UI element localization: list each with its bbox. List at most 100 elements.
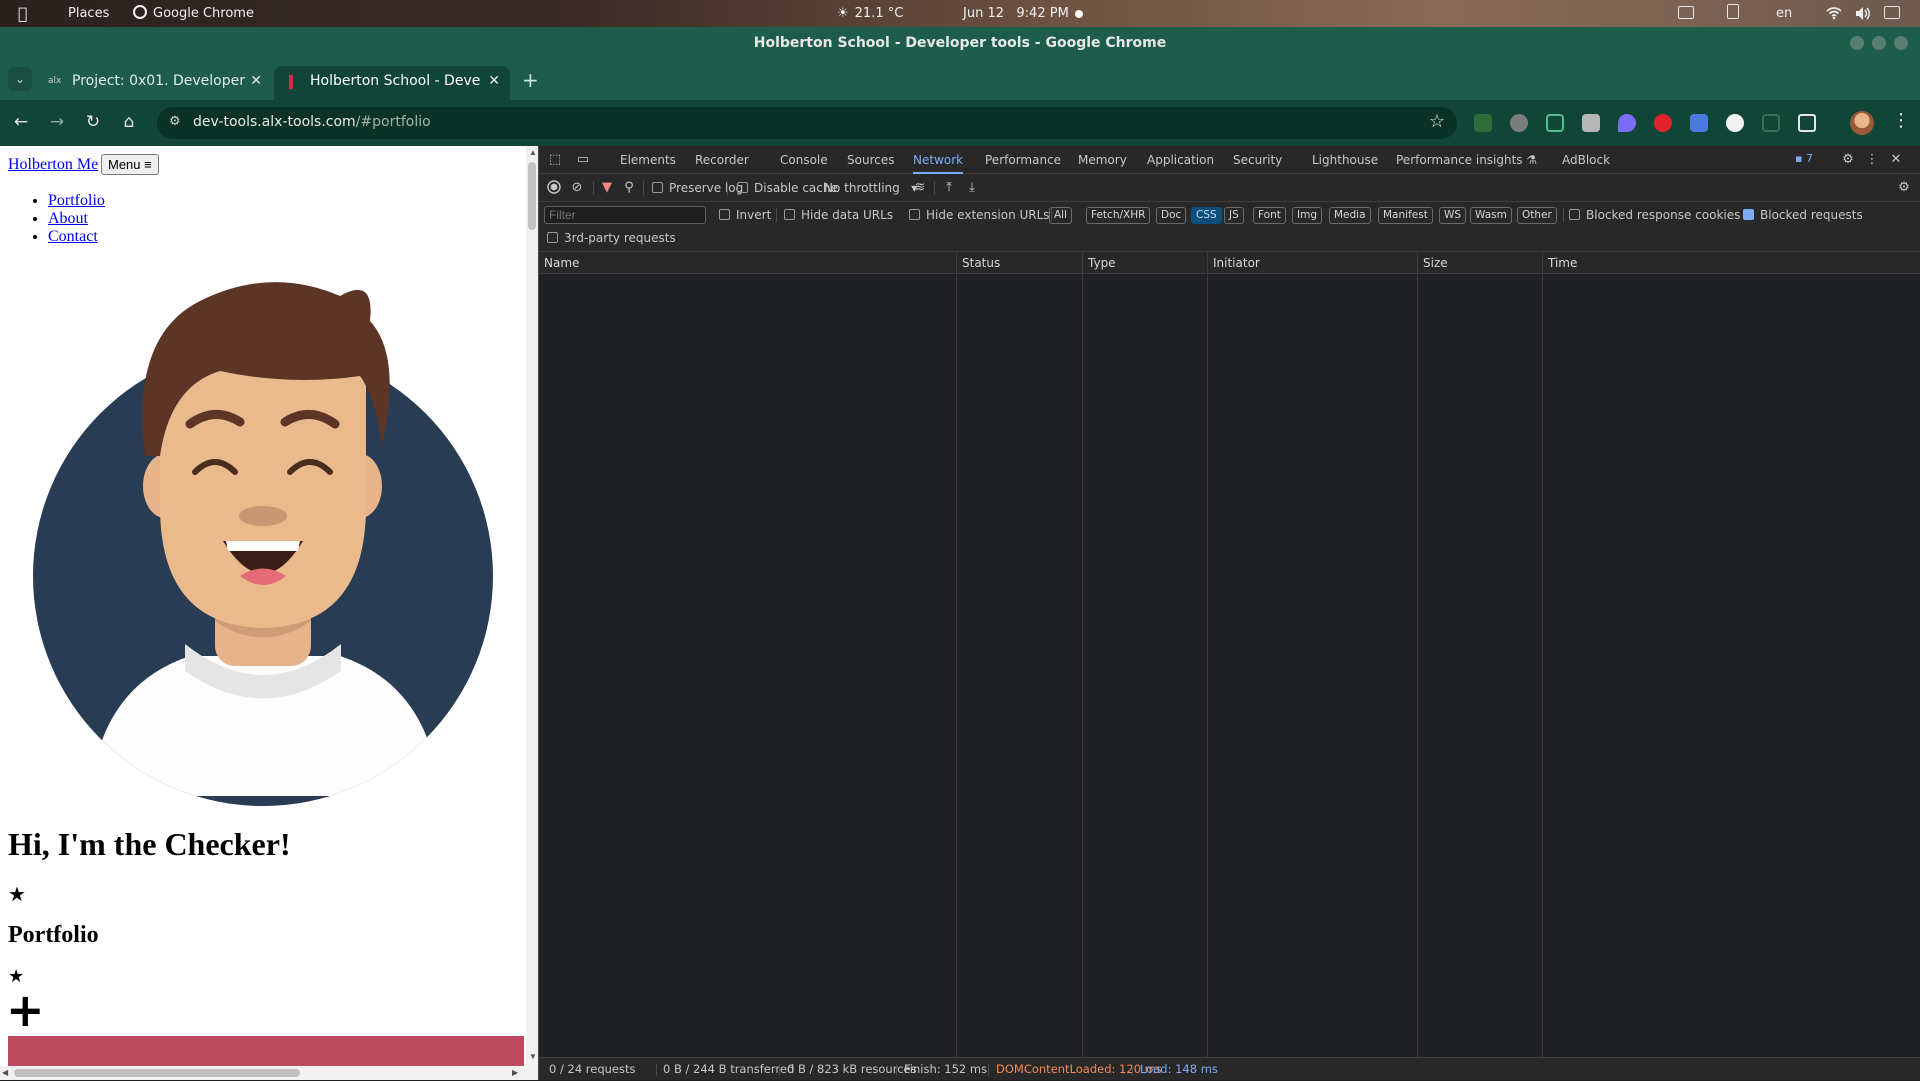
- extensions-puzzle-icon[interactable]: [1798, 114, 1816, 132]
- tab-project[interactable]: alx Project: 0x01. Developer ✕: [36, 66, 272, 100]
- battery-icon[interactable]: [1884, 0, 1900, 27]
- invert-checkbox[interactable]: Invert: [719, 201, 771, 229]
- column-size[interactable]: Size: [1418, 252, 1448, 274]
- record-icon[interactable]: [546, 180, 562, 196]
- type-filter-doc[interactable]: Doc: [1156, 207, 1187, 224]
- third-party-checkbox[interactable]: 3rd-party requests: [547, 228, 676, 248]
- terminal-tray-icon[interactable]: [1678, 0, 1694, 27]
- brand-link[interactable]: Holberton Me: [8, 156, 98, 173]
- nav-link-portfolio[interactable]: Portfolio: [48, 192, 105, 209]
- close-window-button[interactable]: [1894, 36, 1908, 50]
- column-time[interactable]: Time: [1543, 252, 1577, 274]
- apple-icon[interactable]: : [18, 0, 28, 27]
- filter-input[interactable]: [544, 206, 706, 224]
- type-filter-js[interactable]: JS: [1224, 207, 1244, 224]
- extension-icon-8[interactable]: [1726, 114, 1744, 132]
- keyboard-layout[interactable]: en: [1776, 0, 1792, 27]
- reload-icon[interactable]: ↻: [82, 111, 104, 133]
- profile-avatar[interactable]: [1850, 111, 1874, 135]
- device-toolbar-icon[interactable]: ▭: [575, 152, 591, 168]
- tab-console[interactable]: Console: [780, 146, 828, 174]
- address-bar[interactable]: ⚙ dev-tools.alx-tools.com/#portfolio ☆: [157, 107, 1457, 139]
- app-menu[interactable]: Google Chrome: [133, 0, 254, 27]
- search-icon[interactable]: ⚲: [621, 180, 637, 196]
- devtools-menu-icon[interactable]: ⋮: [1864, 152, 1880, 168]
- tab-adblock[interactable]: AdBlock: [1562, 146, 1610, 174]
- hide-data-urls-checkbox[interactable]: Hide data URLs: [784, 201, 893, 229]
- type-filter-css[interactable]: CSS: [1191, 207, 1222, 224]
- chrome-menu-icon[interactable]: ⋮: [1892, 110, 1910, 131]
- type-filter-fetch[interactable]: Fetch/XHR: [1086, 207, 1151, 224]
- vertical-scrollbar[interactable]: ▲ ▼: [526, 146, 538, 1066]
- type-filter-media[interactable]: Media: [1329, 207, 1371, 224]
- network-conditions-icon[interactable]: ≋: [912, 180, 928, 196]
- column-divider[interactable]: [956, 252, 957, 1058]
- extension-icon-9[interactable]: [1762, 114, 1780, 132]
- tab-application[interactable]: Application: [1147, 146, 1214, 174]
- type-filter-wasm[interactable]: Wasm: [1470, 207, 1512, 224]
- bookmark-star-icon[interactable]: ☆: [1429, 111, 1445, 132]
- hide-extension-urls-checkbox[interactable]: Hide extension URLs: [909, 201, 1050, 229]
- adblock-icon[interactable]: [1654, 114, 1672, 132]
- blocked-response-cookies-checkbox[interactable]: Blocked response cookies: [1569, 201, 1740, 229]
- column-divider[interactable]: [1542, 252, 1543, 1058]
- type-filter-img[interactable]: Img: [1292, 207, 1322, 224]
- type-filter-ws[interactable]: WS: [1439, 207, 1467, 224]
- scrollbar-thumb[interactable]: [528, 162, 536, 230]
- filter-funnel-icon[interactable]: ▼: [599, 180, 615, 196]
- settings-gear-icon[interactable]: ⚙: [1840, 152, 1856, 168]
- scrollbar-thumb[interactable]: [14, 1069, 300, 1077]
- close-tab-icon[interactable]: ✕: [488, 66, 500, 96]
- blocked-requests-checkbox[interactable]: Blocked requests: [1743, 201, 1863, 229]
- scroll-up-icon[interactable]: ▲: [529, 148, 537, 157]
- tab-performance[interactable]: Performance: [985, 146, 1061, 174]
- column-name[interactable]: Name: [539, 252, 579, 274]
- clear-icon[interactable]: ⊘: [569, 180, 585, 196]
- menu-button[interactable]: Menu ≡: [101, 154, 159, 175]
- translate-icon[interactable]: [1690, 114, 1708, 132]
- clipboard-tray-icon[interactable]: [1727, 0, 1739, 27]
- disable-cache-checkbox[interactable]: Disable cache: [737, 174, 838, 202]
- import-har-icon[interactable]: ⤒: [941, 180, 957, 196]
- tab-holberton[interactable]: Holberton School - Deve ✕: [274, 66, 510, 100]
- type-filter-manifest[interactable]: Manifest: [1378, 207, 1433, 224]
- horizontal-scrollbar[interactable]: ◀ ▶: [0, 1066, 538, 1080]
- extension-icon-3[interactable]: [1546, 114, 1564, 132]
- extension-icon-1[interactable]: [1474, 114, 1492, 132]
- tab-sources[interactable]: Sources: [847, 146, 894, 174]
- column-divider[interactable]: [1207, 252, 1208, 1058]
- tab-performance-insights[interactable]: Performance insights ⚗: [1396, 146, 1537, 174]
- nav-link-about[interactable]: About: [48, 210, 88, 227]
- extension-icon-2[interactable]: [1510, 114, 1528, 132]
- scroll-right-icon[interactable]: ▶: [512, 1068, 518, 1077]
- back-icon[interactable]: ←: [10, 111, 32, 133]
- tab-elements[interactable]: Elements: [620, 146, 676, 174]
- nav-link-contact[interactable]: Contact: [48, 228, 98, 245]
- weather-indicator[interactable]: ☀ 21.1 °C: [837, 0, 903, 27]
- close-tab-icon[interactable]: ✕: [250, 66, 262, 96]
- forward-icon[interactable]: →: [46, 111, 68, 133]
- site-info-icon[interactable]: ⚙: [169, 114, 181, 129]
- throttling-select[interactable]: No throttling ▾: [824, 174, 917, 202]
- minimize-button[interactable]: [1850, 36, 1864, 50]
- tab-search-button[interactable]: ⌄: [8, 67, 32, 91]
- extension-icon-4[interactable]: [1582, 114, 1600, 132]
- scroll-down-icon[interactable]: ▼: [529, 1052, 537, 1061]
- extension-icon-5[interactable]: [1618, 114, 1636, 132]
- column-type[interactable]: Type: [1083, 252, 1116, 274]
- wifi-icon[interactable]: [1826, 0, 1842, 27]
- inspect-element-icon[interactable]: ⬚: [547, 152, 563, 168]
- preserve-log-checkbox[interactable]: Preserve log: [652, 174, 743, 202]
- close-devtools-icon[interactable]: ✕: [1888, 152, 1904, 168]
- new-tab-button[interactable]: +: [522, 68, 539, 92]
- export-har-icon[interactable]: ⤓: [964, 180, 980, 196]
- clock[interactable]: Jun 12 9:42 PM: [963, 0, 1069, 27]
- column-divider[interactable]: [1417, 252, 1418, 1058]
- column-status[interactable]: Status: [957, 252, 1000, 274]
- home-icon[interactable]: ⌂: [118, 111, 140, 133]
- network-settings-icon[interactable]: ⚙: [1896, 180, 1912, 196]
- places-menu[interactable]: Places: [68, 0, 109, 27]
- column-initiator[interactable]: Initiator: [1208, 252, 1260, 274]
- volume-icon[interactable]: [1854, 0, 1872, 27]
- type-filter-all[interactable]: All: [1049, 207, 1073, 224]
